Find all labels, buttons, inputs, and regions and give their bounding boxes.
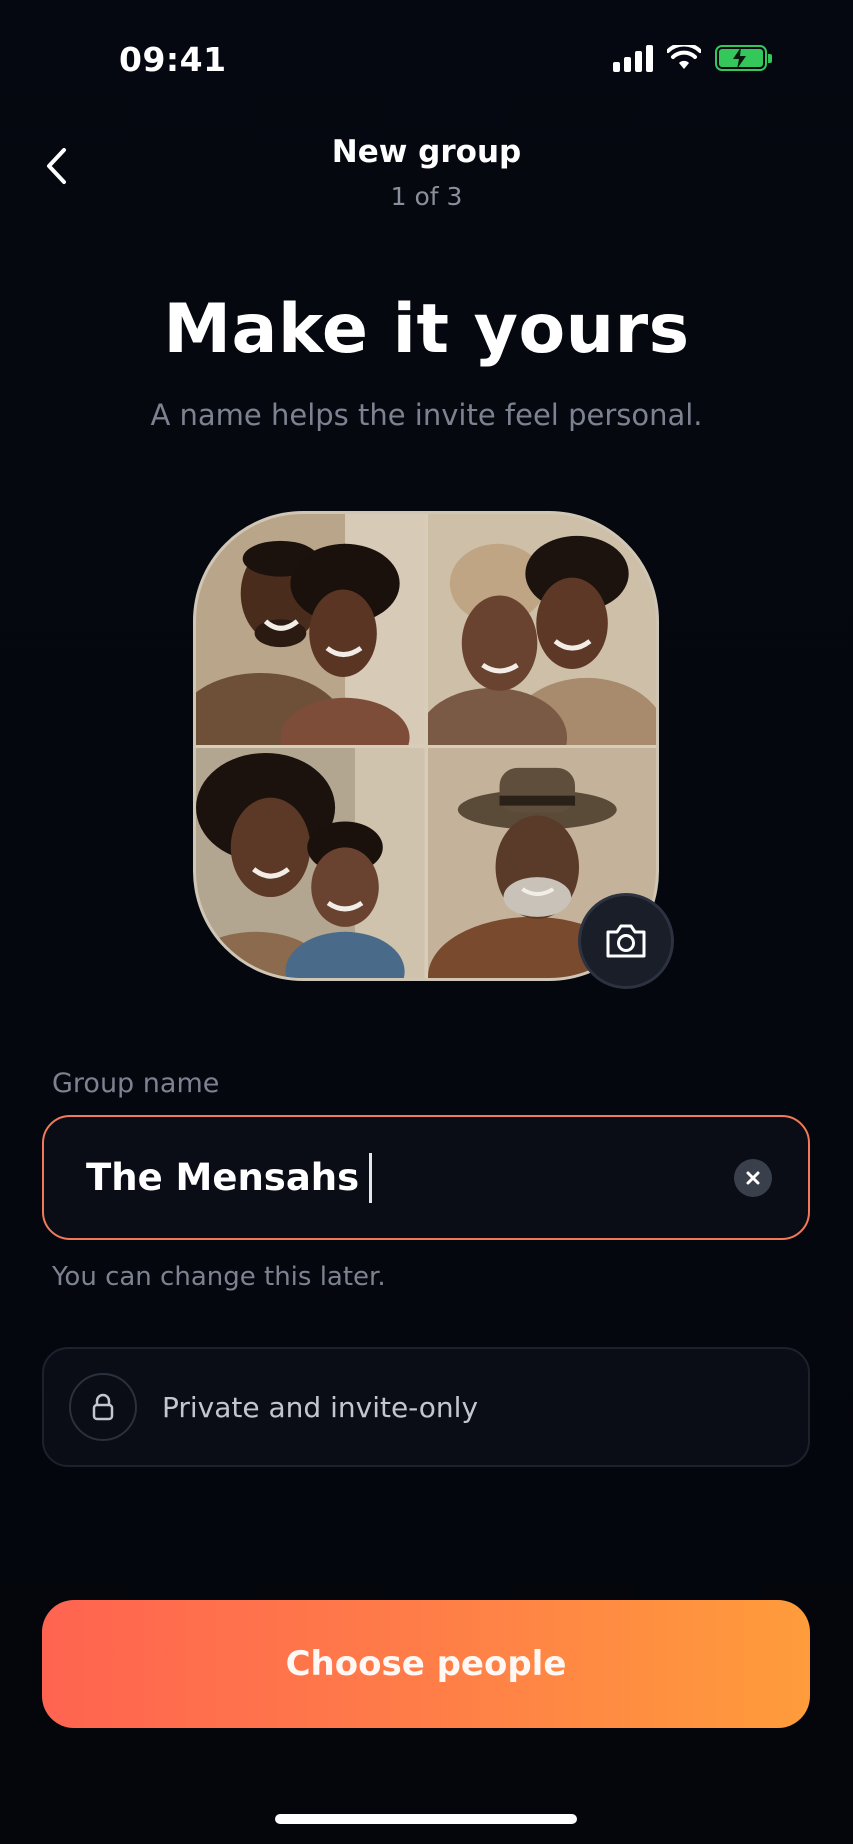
close-icon bbox=[746, 1171, 760, 1185]
text-cursor bbox=[369, 1152, 373, 1203]
privacy-label: Private and invite-only bbox=[162, 1390, 479, 1424]
lock-icon-container bbox=[69, 1373, 137, 1441]
step-indicator: 1 of 3 bbox=[390, 182, 463, 211]
status-icons bbox=[613, 44, 772, 72]
camera-icon bbox=[606, 924, 646, 958]
group-name-value: The Mensahs bbox=[86, 1156, 360, 1199]
group-name-input[interactable]: The Mensahs bbox=[42, 1115, 810, 1240]
group-name-label: Group name bbox=[52, 1068, 220, 1099]
choose-people-label: Choose people bbox=[285, 1644, 567, 1684]
nav-title: New group bbox=[331, 134, 522, 170]
status-time: 09:41 bbox=[119, 40, 227, 79]
change-photo-button[interactable] bbox=[578, 893, 674, 989]
choose-people-button[interactable]: Choose people bbox=[42, 1600, 810, 1728]
mother-and-son-photo bbox=[196, 747, 425, 978]
cellular-signal-icon bbox=[613, 44, 653, 72]
new-group-screen: 09:41 New group 1 of 3 Make it yours A n… bbox=[0, 0, 853, 1844]
helper-text: You can change this later. bbox=[52, 1262, 386, 1292]
page-title: Make it yours bbox=[163, 290, 690, 369]
grandmother-and-daughter-photo bbox=[427, 514, 656, 745]
lock-icon bbox=[92, 1393, 114, 1421]
page-subtitle: A name helps the invite feel personal. bbox=[150, 398, 703, 432]
battery-charging-icon bbox=[715, 45, 772, 71]
home-indicator[interactable] bbox=[275, 1814, 577, 1824]
wifi-icon bbox=[667, 45, 701, 69]
clear-input-button[interactable] bbox=[734, 1159, 772, 1197]
father-and-daughter-photo bbox=[196, 514, 425, 745]
privacy-setting: Private and invite-only bbox=[42, 1347, 810, 1467]
